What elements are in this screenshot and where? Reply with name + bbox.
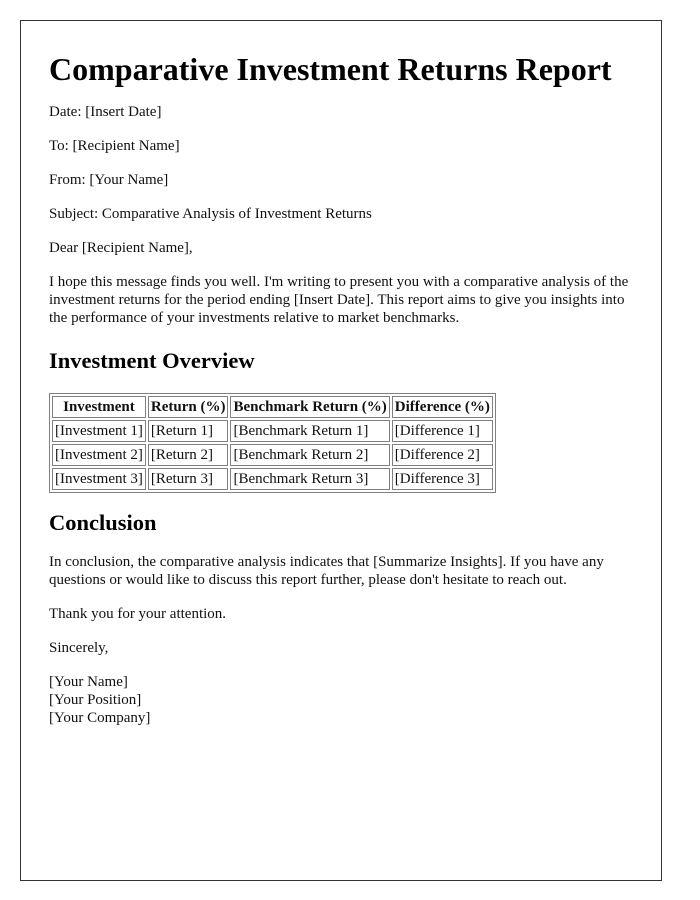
- cell-investment: [Investment 2]: [52, 444, 146, 466]
- cell-difference: [Difference 1]: [391, 420, 493, 442]
- cell-return: [Return 3]: [147, 468, 229, 490]
- letter-page: Comparative Investment Returns Report Da…: [20, 20, 662, 881]
- column-header-investment: Investment: [52, 396, 146, 418]
- cell-benchmark-return: [Benchmark Return 1]: [230, 420, 390, 442]
- conclusion-section: In conclusion, the comparative analysis …: [49, 553, 661, 657]
- intro-paragraph: I hope this message finds you well. I'm …: [49, 274, 629, 326]
- signature-name: [Your Name]: [49, 674, 128, 690]
- cell-investment: [Investment 1]: [52, 420, 146, 442]
- page-title: Comparative Investment Returns Report: [49, 51, 612, 87]
- to-line: To: [Recipient Name]: [49, 138, 180, 154]
- conclusion-paragraph: In conclusion, the comparative analysis …: [49, 554, 604, 588]
- table-row: [Investment 2] [Return 2] [Benchmark Ret…: [52, 444, 493, 466]
- table-row: [Investment 3] [Return 3] [Benchmark Ret…: [52, 468, 493, 490]
- signature-company: [Your Company]: [49, 710, 151, 726]
- column-header-difference: Difference (%): [391, 396, 493, 418]
- from-line: From: [Your Name]: [49, 172, 169, 188]
- investment-table: Investment Return (%) Benchmark Return (…: [49, 393, 496, 493]
- cell-return: [Return 2]: [147, 444, 229, 466]
- subject-line: Subject: Comparative Analysis of Investm…: [49, 206, 372, 222]
- cell-benchmark-return: [Benchmark Return 3]: [230, 468, 390, 490]
- cell-difference: [Difference 2]: [391, 444, 493, 466]
- overview-heading: Investment Overview: [49, 348, 255, 373]
- thanks-line: Thank you for your attention.: [49, 606, 227, 622]
- cell-investment: [Investment 3]: [52, 468, 146, 490]
- closing-line: Sincerely,: [49, 640, 109, 656]
- date-line: Date: [Insert Date]: [49, 104, 162, 120]
- cell-benchmark-return: [Benchmark Return 2]: [230, 444, 390, 466]
- conclusion-heading: Conclusion: [49, 510, 157, 535]
- table-row: [Investment 1] [Return 1] [Benchmark Ret…: [52, 420, 493, 442]
- cell-return: [Return 1]: [147, 420, 229, 442]
- column-header-return: Return (%): [147, 396, 229, 418]
- salutation: Dear [Recipient Name],: [49, 240, 193, 256]
- table-header-row: Investment Return (%) Benchmark Return (…: [52, 396, 493, 418]
- letter-meta: Date: [Insert Date] To: [Recipient Name]…: [49, 103, 661, 257]
- signature-block: [Your Name] [Your Position] [Your Compan…: [49, 673, 661, 727]
- signature-position: [Your Position]: [49, 692, 142, 708]
- column-header-benchmark-return: Benchmark Return (%): [230, 396, 390, 418]
- cell-difference: [Difference 3]: [391, 468, 493, 490]
